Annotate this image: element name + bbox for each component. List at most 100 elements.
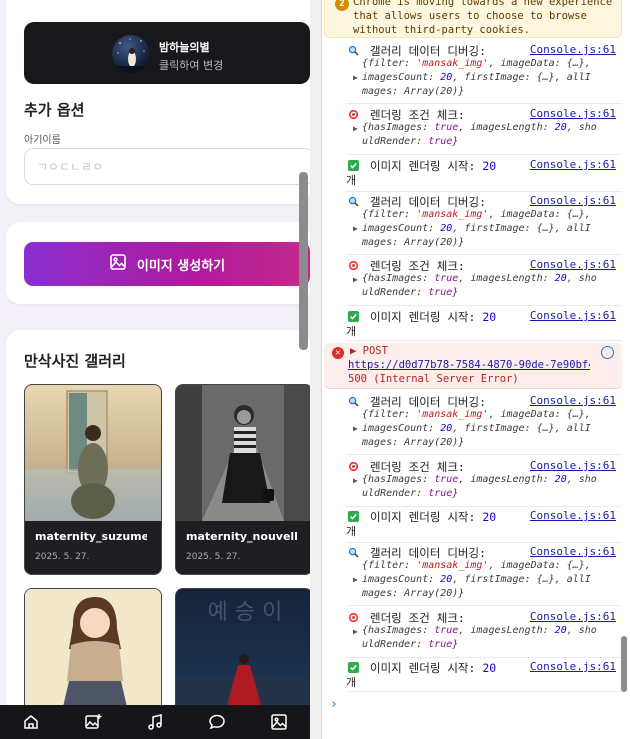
- error-status: 500 (Internal Server Error): [348, 373, 519, 385]
- target-icon: [348, 461, 359, 472]
- console-error: ✕ ▶ POST https://d0d77b78-7584-4870-90de…: [324, 343, 622, 389]
- generate-button-label: 이미지 생성하기: [136, 258, 226, 274]
- source-link[interactable]: Console.js:61: [530, 158, 616, 171]
- devtools-console: 2 Chrome is moving towards a new experie…: [322, 0, 630, 739]
- source-link[interactable]: Console.js:61: [530, 610, 616, 623]
- log-object-line: {hasImages: true, imagesLength: 20, sho: [362, 474, 597, 485]
- image-icon: [109, 253, 127, 275]
- log-object-line: {hasImages: true, imagesLength: 20, sho: [362, 625, 597, 636]
- source-link[interactable]: Console.js:61: [530, 545, 616, 558]
- source-link[interactable]: Console.js:61: [530, 194, 616, 207]
- nav-chat[interactable]: [205, 710, 229, 734]
- log-object-line: {hasImages: true, imagesLength: 20, sho: [362, 122, 597, 133]
- error-icon: ✕: [332, 347, 344, 359]
- log-object-line: uldRender: true}: [362, 136, 459, 147]
- log-unit: 개: [346, 525, 357, 538]
- style-thumbnail: [112, 35, 150, 73]
- warning-count-badge: 2: [335, 0, 349, 11]
- log-object-line: uldRender: true}: [362, 287, 459, 298]
- gallery-title: 만삭사진 갤러리: [24, 352, 126, 370]
- console-log-render-check: 렌더링 조건 체크: Console.js:61 ▶ {hasImages: t…: [346, 459, 622, 507]
- chat-icon: [209, 714, 225, 730]
- gallery-item[interactable]: maternity_suzume... 2025. 5. 27.: [24, 384, 162, 575]
- log-object-line: mages: Array(20)}: [362, 588, 465, 599]
- log-object-line: imagesCount: 20, firstImage: {…}, allI: [362, 423, 591, 434]
- log-object-line: imagesCount: 20, firstImage: {…}, allI: [362, 574, 591, 585]
- magnifier-icon: [348, 396, 359, 407]
- log-unit: 개: [346, 325, 357, 338]
- console-log-render-check: 렌더링 조건 체크: Console.js:61 ▶ {hasImages: t…: [346, 610, 622, 658]
- source-link[interactable]: Console.js:61: [530, 309, 616, 322]
- source-link[interactable]: Console.js:61: [530, 43, 616, 56]
- log-unit: 개: [346, 174, 357, 187]
- generate-section-card: 이미지 생성하기: [6, 222, 310, 304]
- gallery-item-date: 2025. 5. 27.: [186, 552, 241, 562]
- source-link[interactable]: Console.js:61: [530, 660, 616, 673]
- expand-triangle-icon[interactable]: ▶: [353, 224, 358, 233]
- console-log-render-start: 이미지 렌더링 시작: 20 Console.js:61 개: [346, 660, 622, 692]
- tile-watermark: 예 승 이: [208, 600, 283, 625]
- panel-divider[interactable]: [310, 0, 322, 739]
- log-title: 이미지 렌더링 시작: 20: [370, 159, 497, 173]
- log-object-line: imagesCount: 20, firstImage: {…}, allI: [362, 223, 591, 234]
- image-plus-icon: [85, 714, 102, 729]
- log-object[interactable]: {filter: 'mansak_img', imageData: {…},: [362, 57, 620, 71]
- nav-create-image[interactable]: [81, 710, 105, 734]
- log-object[interactable]: {filter: 'mansak_img', imageData: {…},: [362, 559, 620, 573]
- options-heading: 추가 옵션: [24, 101, 85, 119]
- log-object[interactable]: {filter: 'mansak_img', imageData: {…},: [362, 208, 620, 222]
- error-url-link[interactable]: https://d0d77b78-7584-4870-90de-7e90bf48…: [348, 359, 590, 371]
- error-method[interactable]: ▶ POST: [350, 345, 388, 357]
- check-mark-icon: [348, 511, 359, 522]
- log-title: 이미지 렌더링 시작: 20: [370, 510, 497, 524]
- expand-triangle-icon[interactable]: ▶: [353, 575, 358, 584]
- nav-gallery[interactable]: [267, 710, 291, 734]
- log-object-line: imagesCount: 20, firstImage: {…}, allI: [362, 72, 591, 83]
- source-link[interactable]: Console.js:61: [530, 509, 616, 522]
- expand-triangle-icon[interactable]: ▶: [353, 124, 358, 133]
- source-link[interactable]: Console.js:61: [530, 107, 616, 120]
- bottom-nav-bar: [0, 705, 310, 739]
- log-title: 이미지 렌더링 시작: 20: [370, 661, 497, 675]
- check-mark-icon: [348, 311, 359, 322]
- expand-triangle-icon[interactable]: ▶: [353, 424, 358, 433]
- expand-triangle-icon[interactable]: ▶: [353, 476, 358, 485]
- console-log-gallery-debug: 갤러리 데이터 디버깅: Console.js:61 {filter: 'man…: [346, 545, 622, 606]
- console-log-render-check: 렌더링 조건 체크: Console.js:61 ▶ {hasImages: t…: [346, 107, 622, 155]
- nav-home[interactable]: [19, 710, 43, 734]
- nav-music[interactable]: [143, 710, 167, 734]
- music-icon: [148, 714, 162, 730]
- gallery-item[interactable]: maternity_nouvelle... 2025. 5. 27.: [175, 384, 310, 575]
- gallery-item-name: maternity_nouvelle...: [186, 530, 298, 543]
- console-log-render-start: 이미지 렌더링 시작: 20 Console.js:61 개: [346, 509, 622, 543]
- expand-triangle-icon[interactable]: ▶: [353, 275, 358, 284]
- home-icon: [24, 715, 38, 729]
- check-mark-icon: [348, 160, 359, 171]
- network-reveal-icon[interactable]: [601, 346, 614, 359]
- target-icon: [348, 612, 359, 623]
- expand-triangle-icon[interactable]: ▶: [353, 627, 358, 636]
- source-link[interactable]: Console.js:61: [530, 258, 616, 271]
- generate-image-button[interactable]: 이미지 생성하기: [24, 242, 310, 286]
- log-object-line: {hasImages: true, imagesLength: 20, sho: [362, 273, 597, 284]
- baby-name-input[interactable]: [24, 148, 310, 185]
- source-link[interactable]: Console.js:61: [530, 459, 616, 472]
- style-picker-button[interactable]: 밤하늘의별 클릭하여 변경: [24, 22, 310, 84]
- log-object-line: mages: Array(20)}: [362, 237, 465, 248]
- console-prompt[interactable]: ›: [330, 697, 338, 712]
- console-scrollbar[interactable]: [621, 636, 627, 692]
- expand-triangle-icon[interactable]: ▶: [353, 73, 358, 82]
- gallery-image: [25, 385, 161, 521]
- log-title: 이미지 렌더링 시작: 20: [370, 310, 497, 324]
- check-mark-icon: [348, 662, 359, 673]
- console-log-gallery-debug: 갤러리 데이터 디버깅: Console.js:61 {filter: 'man…: [346, 394, 622, 455]
- console-log-gallery-debug: 갤러리 데이터 디버깅: Console.js:61 {filter: 'man…: [346, 194, 622, 255]
- log-unit: 개: [346, 676, 357, 689]
- log-object[interactable]: {filter: 'mansak_img', imageData: {…},: [362, 408, 620, 422]
- console-log-render-start: 이미지 렌더링 시작: 20 Console.js:61 개: [346, 158, 622, 192]
- image-icon: [271, 714, 287, 730]
- style-name: 밤하늘의별: [159, 41, 210, 54]
- source-link[interactable]: Console.js:61: [530, 394, 616, 407]
- gallery-item-name: maternity_suzume...: [35, 530, 147, 543]
- app-scrollbar[interactable]: [299, 172, 308, 350]
